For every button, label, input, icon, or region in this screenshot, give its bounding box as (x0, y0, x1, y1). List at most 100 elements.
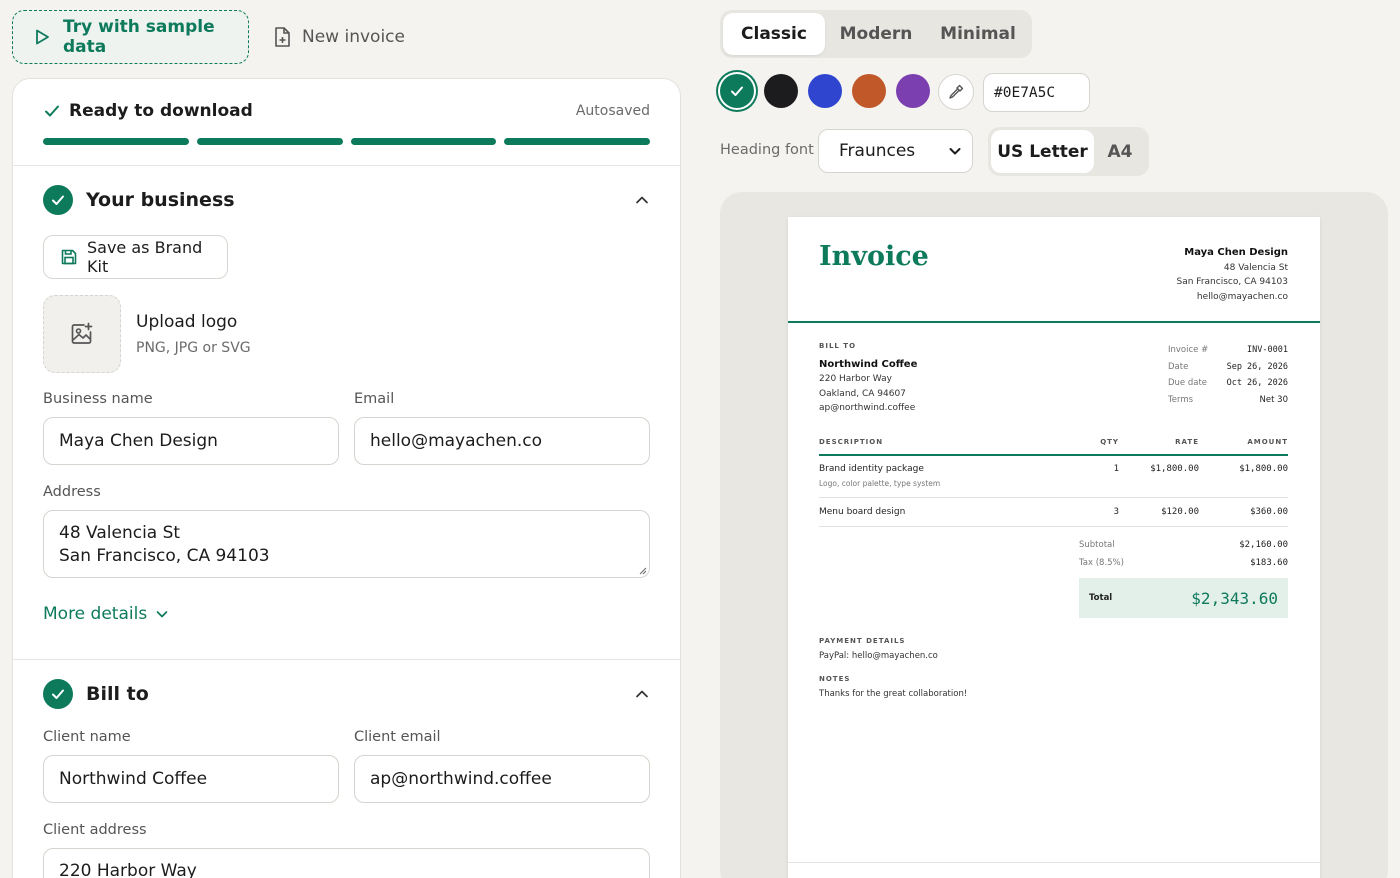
check-icon (43, 102, 61, 120)
new-invoice-button[interactable]: New invoice (272, 18, 405, 56)
from-block: Maya Chen Design 48 Valencia St San Fran… (1177, 246, 1288, 304)
chevron-down-icon (155, 607, 169, 621)
notes-text: Thanks for the great collaboration! (819, 689, 968, 699)
eyedropper-icon (947, 83, 965, 101)
progress-segment (350, 138, 497, 145)
item-description: Brand identity package (819, 464, 924, 474)
subtotal-label: Subtotal (1079, 540, 1115, 550)
from-name: Maya Chen Design (1184, 247, 1288, 258)
address-textarea[interactable]: 48 Valencia St San Francisco, CA 94103 (43, 510, 650, 578)
total-box: Total $2,343.60 (1079, 578, 1288, 618)
invoice-form-panel: Ready to download Autosaved Your busines… (12, 78, 681, 878)
footer-divider (788, 862, 1320, 863)
save-icon (60, 248, 78, 266)
from-email: hello@mayachen.co (1196, 291, 1288, 302)
email-label: Email (354, 391, 395, 407)
chevron-down-icon (948, 144, 962, 158)
upload-logo-title: Upload logo (136, 312, 238, 332)
client-name-input[interactable]: Northwind Coffee (43, 755, 339, 803)
item-rate: $120.00 (1161, 507, 1199, 517)
section-title: Bill to (86, 683, 149, 705)
play-icon (33, 28, 51, 46)
paper-size-selector: US Letter A4 (988, 127, 1149, 176)
section-header-business[interactable]: Your business (43, 185, 650, 215)
payment-details-text: PayPal: hello@mayachen.co (819, 651, 938, 661)
invoice-title: Invoice (819, 241, 929, 272)
bill-to-block: Northwind Coffee 220 Harbor Way Oakland,… (819, 357, 917, 416)
business-name-input[interactable]: Maya Chen Design (43, 417, 339, 465)
save-brand-kit-label: Save as Brand Kit (87, 238, 203, 276)
template-selector: Classic Modern Minimal (720, 10, 1032, 58)
meta-key: Date (1168, 361, 1189, 372)
section-title: Your business (86, 189, 235, 211)
to-address-line: 220 Harbor Way (819, 374, 892, 384)
invoice-paper: Invoice Maya Chen Design 48 Valencia St … (788, 217, 1320, 878)
item-amount: $1,800.00 (1239, 464, 1288, 474)
item-subdescription: Logo, color palette, type system (819, 479, 941, 488)
upload-logo-dropzone[interactable] (43, 295, 121, 373)
to-name: Northwind Coffee (819, 359, 918, 370)
table-header-rule (819, 454, 1288, 456)
meta-value: Oct 26, 2026 (1226, 378, 1288, 389)
heading-font-value: Fraunces (839, 141, 916, 161)
from-address-line: San Francisco, CA 94103 (1176, 277, 1288, 287)
paper-size-us-letter[interactable]: US Letter (991, 130, 1094, 173)
meta-row: Invoice # INV-0001 (1168, 342, 1288, 359)
column-header-qty: QTY (1100, 438, 1119, 446)
ready-label: Ready to download (69, 101, 253, 121)
color-picker-button[interactable] (938, 74, 974, 110)
tab-classic[interactable]: Classic (723, 13, 825, 55)
address-line: 220 Harbor Way (59, 861, 197, 878)
subtotal-value: $2,160.00 (1239, 540, 1288, 550)
business-name-label: Business name (43, 391, 153, 407)
row-divider (819, 497, 1288, 498)
item-qty: 1 (1113, 464, 1119, 474)
color-swatch-green[interactable] (720, 74, 754, 108)
meta-key: Invoice # (1168, 345, 1209, 356)
progress-bar (43, 138, 650, 145)
more-details-label: More details (43, 604, 148, 624)
autosaved-status: Autosaved (575, 103, 650, 119)
meta-row: Terms Net 30 (1168, 392, 1288, 409)
tax-label: Tax (8.5%) (1079, 558, 1124, 568)
heading-font-label: Heading font (720, 142, 814, 158)
color-swatch-orange[interactable] (852, 74, 886, 108)
new-file-icon (272, 26, 292, 48)
heading-font-select[interactable]: Fraunces (818, 129, 973, 173)
meta-key: Due date (1168, 378, 1208, 389)
client-name-label: Client name (43, 729, 131, 745)
section-header-bill-to[interactable]: Bill to (43, 679, 650, 709)
save-brand-kit-button[interactable]: Save as Brand Kit (43, 235, 228, 279)
accent-divider (788, 321, 1320, 323)
hex-color-input[interactable]: #0E7A5C (983, 73, 1090, 112)
tab-minimal[interactable]: Minimal (927, 13, 1029, 55)
chevron-up-icon[interactable] (634, 192, 650, 208)
chevron-up-icon[interactable] (634, 686, 650, 702)
meta-value: Net 30 (1259, 394, 1288, 405)
more-details-toggle[interactable]: More details (43, 604, 169, 624)
color-swatch-purple[interactable] (896, 74, 930, 108)
email-input[interactable]: hello@mayachen.co (354, 417, 650, 465)
try-sample-data-button[interactable]: Try with sample data (12, 10, 249, 64)
paper-size-a4[interactable]: A4 (1094, 130, 1146, 173)
column-header-description: DESCRIPTION (819, 438, 884, 446)
progress-segment (196, 138, 343, 145)
meta-key: Terms (1168, 394, 1194, 405)
row-divider (819, 526, 1288, 527)
client-email-input[interactable]: ap@northwind.coffee (354, 755, 650, 803)
try-sample-data-label: Try with sample data (63, 17, 215, 57)
client-address-textarea[interactable]: 220 Harbor Way (43, 848, 650, 878)
invoice-meta: Invoice # INV-0001 Date Sep 26, 2026 Due d… (1168, 342, 1288, 408)
item-amount: $360.00 (1250, 507, 1288, 517)
tab-modern[interactable]: Modern (825, 13, 927, 55)
color-swatch-blue[interactable] (808, 74, 842, 108)
color-swatch-black[interactable] (764, 74, 798, 108)
tax-value: $183.60 (1250, 558, 1288, 568)
progress-segment (43, 138, 189, 145)
divider (13, 659, 680, 660)
notes-heading: NOTES (819, 675, 851, 683)
check-circle-icon (43, 679, 73, 709)
column-header-rate: RATE (1175, 438, 1199, 446)
from-address-line: 48 Valencia St (1223, 262, 1288, 273)
resize-handle-icon[interactable] (637, 565, 647, 575)
